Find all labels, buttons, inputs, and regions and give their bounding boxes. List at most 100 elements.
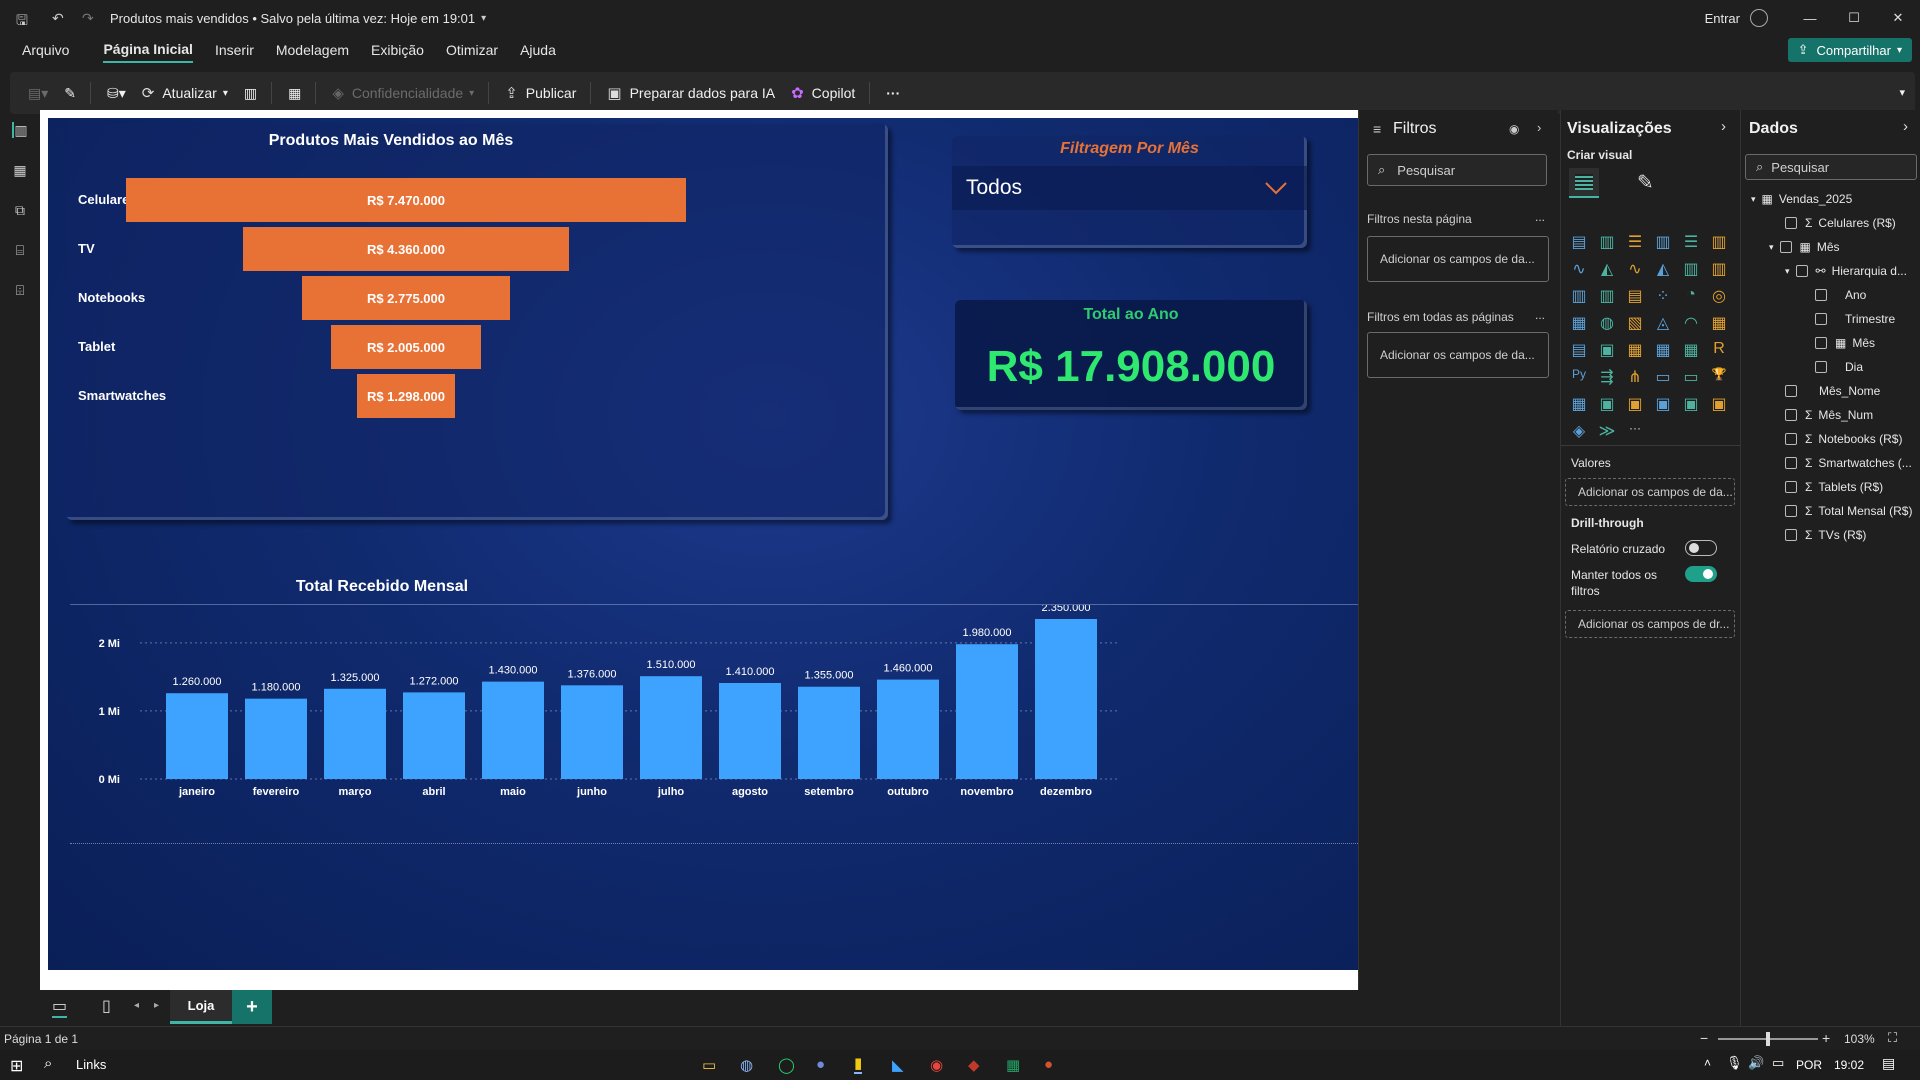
slicer-card[interactable]: Filtragem Por Mês Todos [952,136,1307,248]
visual-type-icon[interactable]: ▣ [1597,394,1617,414]
zoom-in-icon[interactable]: + [1822,1030,1830,1046]
field-mes-num[interactable]: Σ Mês_Num [1785,408,1873,422]
menu-inserir[interactable]: Inserir [215,38,254,62]
cross-report-toggle[interactable] [1685,540,1717,556]
column-bar[interactable] [166,693,228,779]
sign-in-link[interactable]: Entrar [1705,11,1740,26]
collapse-viz-icon[interactable]: › [1721,118,1726,135]
all-filters-dropzone[interactable]: Adicionar os campos de da... [1367,332,1549,378]
field-tvs[interactable]: Σ TVs (R$) [1785,528,1866,542]
visual-type-icon[interactable]: ◈ [1569,421,1589,441]
zoom-slider[interactable] [1718,1032,1818,1046]
visual-type-icon[interactable]: ▣ [1597,340,1617,360]
table-view-icon[interactable]: ▦ [12,162,28,178]
field-hierarchy[interactable]: ▾ ⚯ Hierarquia d... [1785,264,1907,278]
visual-type-icon[interactable]: ▦ [1681,340,1701,360]
volume-icon[interactable]: 🔊 [1748,1055,1764,1071]
notifications-icon[interactable]: ▤ [1882,1055,1895,1072]
get-data-icon[interactable]: ⛁▾ [107,85,126,102]
visual-type-icon[interactable]: ▣ [1709,394,1729,414]
funnel-bar[interactable]: R$ 4.360.000 [242,227,570,271]
visual-type-icon[interactable]: ◎ [1709,286,1729,306]
format-visual-icon[interactable]: ✎ [1637,170,1654,195]
field-notebooks[interactable]: Σ Notebooks (R$) [1785,432,1902,446]
page-filters-more[interactable]: ... [1535,210,1545,224]
visual-type-icon[interactable]: ◭ [1653,259,1673,279]
field-ano[interactable]: Ano [1815,288,1866,302]
values-dropzone[interactable]: Adicionar os campos de da... [1565,478,1735,506]
funnel-bar[interactable]: R$ 2.005.000 [330,325,482,369]
visual-type-icon[interactable]: ▦ [1709,313,1729,333]
visual-type-icon[interactable]: ☰ [1625,232,1645,252]
visual-type-icon[interactable]: ☰ [1681,232,1701,252]
close-icon[interactable]: ✕ [1876,10,1920,26]
field-checkbox[interactable] [1785,217,1797,229]
visual-type-icon[interactable]: ▣ [1681,394,1701,414]
data-search-input[interactable]: ⌕ Pesquisar [1745,154,1917,180]
funnel-card[interactable]: Produtos Mais Vendidos ao Mês Celulares R… [66,124,888,520]
field-total-mensal[interactable]: Σ Total Mensal (R$) [1785,504,1912,518]
whatsapp-icon[interactable]: ◯ [778,1056,795,1074]
column-bar[interactable] [956,644,1018,779]
column-bar[interactable] [798,686,860,779]
more-button[interactable]: ··· [886,85,900,101]
menu-arquivo[interactable]: Arquivo [22,38,69,62]
menu-ajuda[interactable]: Ajuda [520,38,556,62]
field-checkbox[interactable] [1795,265,1808,277]
visual-type-icon[interactable]: ▥ [1653,232,1673,252]
column-chart-frame[interactable]: 0 Mi 1 Mi 2 Mi 1.260.000 janeiro 1.180.000 fev… [70,604,1358,844]
field-trimestre[interactable]: Trimestre [1815,312,1895,326]
dax-query-icon[interactable]: ⌸ [12,242,28,258]
menu-pagina-inicial[interactable]: Página Inicial [103,37,193,63]
publish-button[interactable]: ⇪ Publicar [505,84,576,102]
app-red-icon[interactable]: ◆ [968,1056,980,1074]
visual-type-icon[interactable]: ◬ [1653,313,1673,333]
field-checkbox[interactable] [1785,385,1797,397]
visual-type-icon[interactable]: ▧ [1625,313,1645,333]
chrome-icon[interactable]: ◉ [930,1056,943,1074]
visual-type-icon[interactable]: ⁘ [1653,286,1673,306]
account-icon[interactable] [1750,9,1768,27]
prepare-ai-button[interactable]: ▣ Preparar dados para IA [607,84,775,102]
tmdl-view-icon[interactable]: ⌹ [12,282,28,298]
field-checkbox[interactable] [1785,433,1797,445]
field-tablets[interactable]: Σ Tablets (R$) [1785,480,1883,494]
column-bar[interactable] [1035,619,1097,779]
field-checkbox[interactable] [1785,457,1797,469]
field-mes-nome[interactable]: Mês_Nome [1785,384,1880,398]
column-bar[interactable] [324,688,386,779]
refresh-button[interactable]: ⟳ Atualizar ▾ [142,84,228,102]
column-bar[interactable] [561,685,623,779]
visual-type-icon[interactable]: 🏆 [1709,367,1729,381]
steam-icon[interactable]: ◍ [740,1056,753,1074]
vscode-icon[interactable]: ◣ [892,1056,904,1074]
share-button[interactable]: ⇪ Compartilhar ▾ [1787,38,1912,62]
visual-type-icon[interactable]: ▭ [1653,367,1673,387]
column-bar[interactable] [877,679,939,779]
field-mes[interactable]: ▦ Mês [1815,336,1875,350]
eye-icon[interactable]: ◉ [1509,122,1519,136]
collapse-filters-icon[interactable]: › [1537,120,1541,135]
visual-type-icon[interactable]: ≫ [1597,421,1617,441]
visual-type-icon[interactable]: ▤ [1569,232,1589,252]
zoom-level[interactable]: 103% [1844,1032,1875,1046]
column-bar[interactable] [245,698,307,779]
field-checkbox[interactable] [1785,505,1797,517]
field-checkbox[interactable] [1785,481,1797,493]
field-mes-date[interactable]: ▾ ▦ Mês [1769,240,1840,254]
visual-type-icon[interactable]: ▥ [1597,232,1617,252]
prev-page-icon[interactable]: ◂ [134,1000,139,1011]
column-bar[interactable] [403,692,465,779]
visual-type-icon[interactable]: ▭ [1681,367,1701,387]
visual-type-icon[interactable]: ▥ [1569,286,1589,306]
visual-type-icon[interactable]: ▦ [1569,394,1589,414]
field-celulares[interactable]: Σ Celulares (R$) [1785,216,1896,230]
column-bar[interactable] [640,676,702,779]
copilot-button[interactable]: ✿ Copilot [791,84,855,102]
field-checkbox[interactable] [1815,337,1827,349]
build-visual-tab[interactable] [1569,168,1599,198]
visual-type-icon[interactable]: ▥ [1709,232,1729,252]
zoom-out-icon[interactable]: − [1700,1030,1708,1046]
minimize-icon[interactable]: — [1788,11,1832,26]
visual-type-icon[interactable]: ▦ [1653,340,1673,360]
